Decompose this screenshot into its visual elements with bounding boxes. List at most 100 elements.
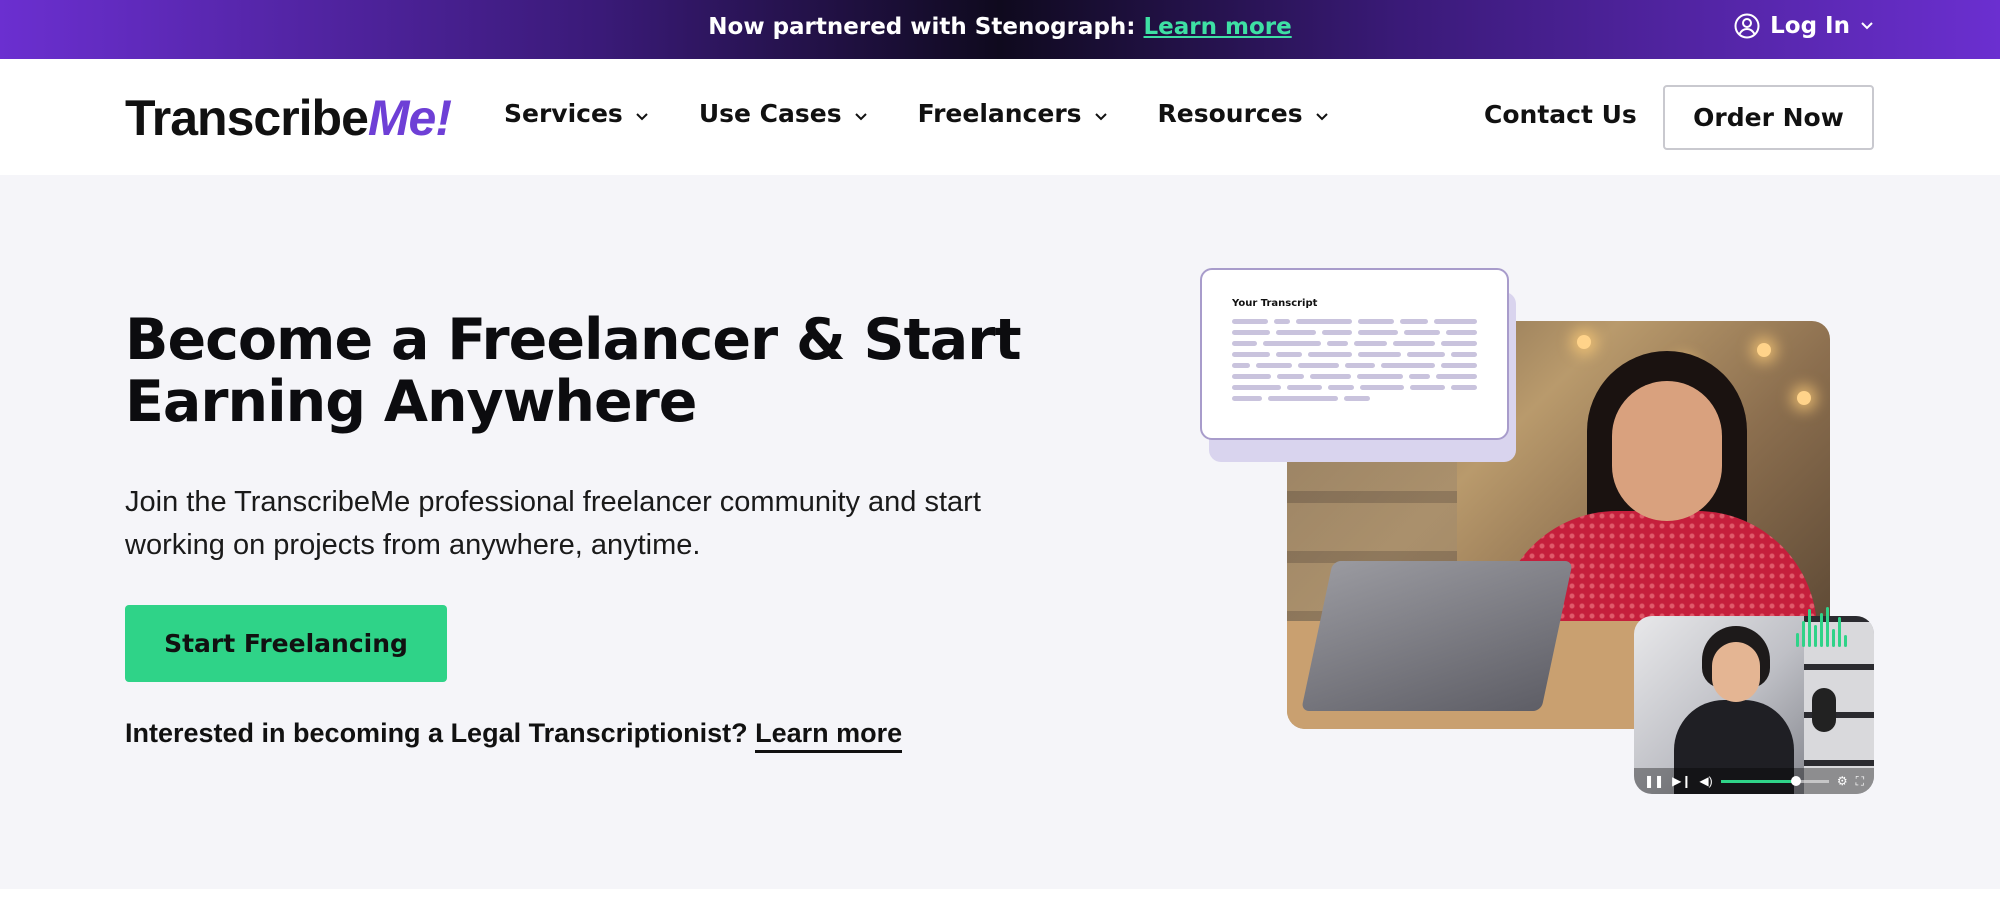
- photo-lamp: [1797, 391, 1811, 405]
- transcript-lines: [1232, 319, 1478, 401]
- main-nav: Services Use Cases Freelancers Resources: [504, 99, 1329, 128]
- transcript-placeholder-word: [1262, 341, 1321, 346]
- nav-label: Use Cases: [698, 99, 842, 128]
- transcript-placeholder-word: [1297, 363, 1339, 368]
- announcement-learn-more-link[interactable]: Learn more: [1144, 14, 1292, 40]
- chevron-down-icon: [854, 99, 868, 128]
- transcript-placeholder-line: [1232, 396, 1477, 401]
- transcript-placeholder-word: [1232, 374, 1272, 379]
- transcript-placeholder-word: [1275, 330, 1317, 335]
- transcript-placeholder-word: [1326, 341, 1349, 346]
- transcript-placeholder-word: [1286, 385, 1322, 390]
- video-progress-bar: [1720, 775, 1829, 786]
- video-progress-fill: [1720, 779, 1797, 783]
- nav-resources[interactable]: Resources: [1158, 99, 1329, 128]
- site-header: TranscribeMe! Services Use Cases Freelan…: [0, 59, 2000, 175]
- order-now-button[interactable]: Order Now: [1663, 85, 1874, 150]
- transcript-placeholder-word: [1309, 374, 1351, 379]
- legal-transcriptionist-prompt: Interested in becoming a Legal Transcrip…: [125, 718, 903, 753]
- photo-lamp: [1577, 335, 1591, 349]
- legal-learn-more-link[interactable]: Learn more: [755, 718, 903, 753]
- logo-accent: Me!: [367, 90, 452, 146]
- login-link[interactable]: Log In: [1734, 13, 1874, 39]
- video-controls: ❚❚ ▶❙ ◀) ⚙ ⛶: [1634, 768, 1874, 794]
- photo-lamp: [1757, 343, 1771, 357]
- volume-icon: ◀): [1699, 774, 1713, 788]
- transcript-placeholder-word: [1408, 374, 1431, 379]
- transcript-placeholder-word: [1403, 330, 1440, 335]
- chevron-down-icon: [1315, 99, 1329, 128]
- transcript-placeholder-word: [1232, 341, 1257, 346]
- transcript-placeholder-word: [1275, 352, 1302, 357]
- microphone-icon: [1812, 688, 1836, 732]
- hero-title: Become a Freelancer & Start Earning Anyw…: [125, 307, 1022, 435]
- chevron-down-icon: [1860, 21, 1874, 31]
- transcript-placeholder-line: [1232, 385, 1477, 390]
- transcript-placeholder-word: [1441, 363, 1477, 368]
- transcript-placeholder-word: [1450, 385, 1477, 390]
- nav-use-cases[interactable]: Use Cases: [699, 99, 868, 128]
- legal-prompt-text: Interested in becoming a Legal Transcrip…: [125, 718, 748, 748]
- transcript-placeholder-word: [1277, 374, 1304, 379]
- waveform-bar: [1796, 633, 1799, 647]
- transcript-placeholder-word: [1409, 385, 1445, 390]
- waveform-bar: [1802, 621, 1805, 647]
- transcript-placeholder-word: [1358, 352, 1402, 357]
- transcript-placeholder-word: [1268, 396, 1338, 401]
- start-freelancing-button[interactable]: Start Freelancing: [125, 605, 447, 682]
- waveform-bar: [1838, 617, 1841, 647]
- video-progress-knob: [1791, 775, 1802, 786]
- transcript-placeholder-word: [1255, 363, 1292, 368]
- transcript-placeholder-word: [1232, 385, 1281, 390]
- transcript-placeholder-word: [1440, 341, 1478, 346]
- skip-next-icon: ▶❙: [1672, 774, 1692, 788]
- transcript-placeholder-word: [1273, 319, 1291, 324]
- hero-lead: Join the TranscribeMe professional freel…: [125, 486, 981, 561]
- nav-freelancers[interactable]: Freelancers: [918, 99, 1108, 128]
- transcript-placeholder-word: [1356, 374, 1403, 379]
- transcript-placeholder-word: [1358, 330, 1398, 335]
- waveform-bar: [1820, 613, 1823, 647]
- video-person-face: [1712, 642, 1760, 702]
- waveform-bar: [1832, 629, 1835, 647]
- login-label: Log In: [1770, 13, 1850, 39]
- waveform-bar: [1826, 607, 1829, 647]
- transcript-placeholder-word: [1451, 352, 1477, 357]
- transcript-placeholder-word: [1232, 319, 1268, 324]
- nav-label: Resources: [1157, 99, 1303, 128]
- transcript-placeholder-word: [1354, 341, 1388, 346]
- transcript-placeholder-word: [1434, 319, 1477, 324]
- transcript-placeholder-word: [1393, 341, 1435, 346]
- nav-label: Services: [504, 99, 623, 128]
- transcript-placeholder-line: [1232, 330, 1477, 335]
- transcript-placeholder-line: [1232, 374, 1478, 379]
- fullscreen-icon: ⛶: [1855, 773, 1864, 788]
- transcript-placeholder-line: [1232, 352, 1477, 357]
- waveform-bar: [1814, 625, 1817, 647]
- waveform-bar: [1808, 609, 1811, 647]
- announcement-bar: Now partnered with Stenograph: Learn mor…: [0, 0, 2000, 59]
- transcript-title: Your Transcript: [1232, 298, 1318, 309]
- transcribeme-logo[interactable]: TranscribeMe!: [125, 89, 452, 147]
- announcement-text: Now partnered with Stenograph:: [708, 14, 1136, 40]
- transcript-placeholder-word: [1360, 385, 1404, 390]
- transcript-placeholder-word: [1322, 330, 1353, 335]
- transcript-placeholder-word: [1232, 352, 1270, 357]
- transcript-placeholder-word: [1445, 330, 1477, 335]
- transcript-placeholder-word: [1381, 363, 1436, 368]
- transcript-placeholder-word: [1232, 363, 1250, 368]
- transcript-placeholder-word: [1296, 319, 1353, 324]
- transcript-placeholder-word: [1232, 396, 1262, 401]
- nav-services[interactable]: Services: [504, 99, 649, 128]
- photo-person-face: [1612, 381, 1722, 521]
- transcript-placeholder-word: [1344, 396, 1370, 401]
- hero-section: Become a Freelancer & Start Earning Anyw…: [0, 175, 2000, 889]
- transcript-placeholder-line: [1232, 341, 1478, 346]
- transcript-placeholder-word: [1327, 385, 1355, 390]
- transcript-placeholder-word: [1407, 352, 1446, 357]
- pause-icon: ❚❚: [1644, 774, 1665, 788]
- transcript-placeholder-line: [1232, 363, 1477, 368]
- transcript-placeholder-word: [1399, 319, 1428, 324]
- contact-us-link[interactable]: Contact Us: [1484, 100, 1637, 129]
- chevron-down-icon: [635, 99, 649, 128]
